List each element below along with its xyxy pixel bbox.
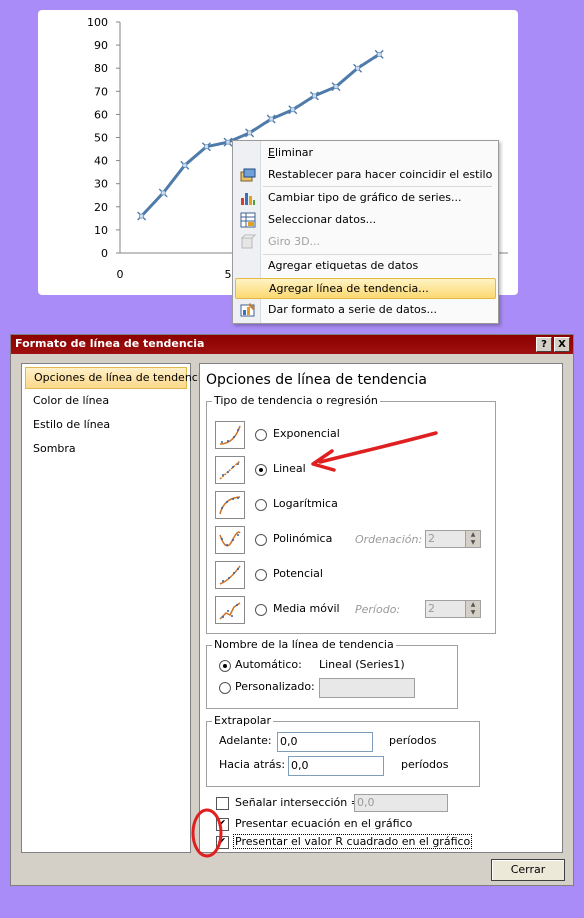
annotation-overlay bbox=[191, 431, 438, 858]
red-circle-icon bbox=[191, 808, 223, 858]
red-arrow-icon bbox=[318, 431, 438, 464]
